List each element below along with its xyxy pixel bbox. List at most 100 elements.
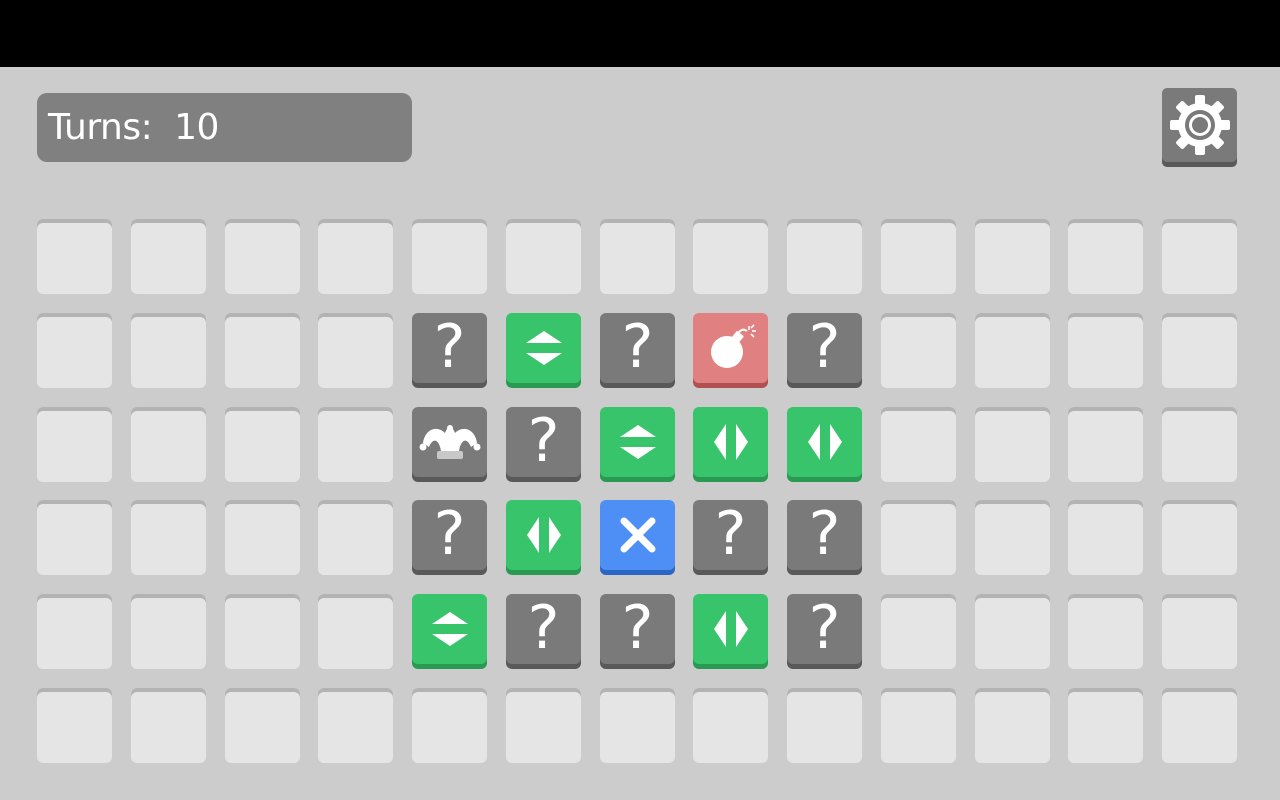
bomb-icon xyxy=(705,322,757,374)
empty-cell xyxy=(37,500,112,575)
empty-cell xyxy=(787,688,862,763)
gear-icon xyxy=(1168,93,1232,157)
vertical-arrows-icon xyxy=(428,607,472,651)
question-tile[interactable]: ? xyxy=(787,313,862,383)
empty-cell xyxy=(37,594,112,669)
empty-cell xyxy=(881,313,956,388)
question-mark: ? xyxy=(714,499,747,569)
empty-cell xyxy=(131,313,206,388)
empty-cell xyxy=(131,407,206,482)
question-tile[interactable]: ? xyxy=(693,500,768,570)
empty-cell xyxy=(1162,313,1237,388)
empty-cell xyxy=(975,313,1050,388)
empty-cell xyxy=(787,219,862,294)
empty-cell xyxy=(881,407,956,482)
question-tile[interactable]: ? xyxy=(412,313,487,383)
question-tile[interactable]: ? xyxy=(600,313,675,383)
horizontal-tile[interactable] xyxy=(787,407,862,477)
empty-cell xyxy=(225,500,300,575)
empty-cell xyxy=(225,407,300,482)
horizontal-tile[interactable] xyxy=(693,594,768,664)
empty-cell xyxy=(693,219,768,294)
question-mark: ? xyxy=(808,312,841,382)
question-mark: ? xyxy=(527,593,560,663)
horizontal-tile[interactable] xyxy=(693,407,768,477)
question-mark: ? xyxy=(808,499,841,569)
empty-cell xyxy=(318,688,393,763)
empty-cell xyxy=(131,219,206,294)
horizontal-arrows-icon xyxy=(803,420,847,464)
horizontal-arrows-icon xyxy=(709,607,753,651)
question-tile[interactable]: ? xyxy=(506,594,581,664)
empty-cell xyxy=(412,688,487,763)
question-tile[interactable]: ? xyxy=(600,594,675,664)
empty-cell xyxy=(318,407,393,482)
empty-cell xyxy=(975,594,1050,669)
empty-cell xyxy=(1162,219,1237,294)
empty-cell xyxy=(1068,500,1143,575)
vertical-tile[interactable] xyxy=(600,407,675,477)
question-mark: ? xyxy=(621,593,654,663)
empty-cell xyxy=(131,688,206,763)
empty-cell xyxy=(1068,594,1143,669)
empty-cell xyxy=(975,500,1050,575)
empty-cell xyxy=(131,594,206,669)
vertical-tile[interactable] xyxy=(506,313,581,383)
empty-cell xyxy=(37,313,112,388)
bomb-tile[interactable] xyxy=(693,313,768,383)
empty-cell xyxy=(506,688,581,763)
question-mark: ? xyxy=(808,593,841,663)
empty-cell xyxy=(1068,219,1143,294)
turns-counter: Turns: 10 xyxy=(37,93,412,162)
game-board: ?????????? xyxy=(37,219,1237,763)
horizontal-tile[interactable] xyxy=(506,500,581,570)
empty-cell xyxy=(1162,688,1237,763)
empty-cell xyxy=(225,313,300,388)
empty-cell xyxy=(600,688,675,763)
target-tile[interactable] xyxy=(600,500,675,570)
empty-cell xyxy=(1162,594,1237,669)
empty-cell xyxy=(506,219,581,294)
empty-cell xyxy=(318,500,393,575)
empty-cell xyxy=(881,500,956,575)
empty-cell xyxy=(600,219,675,294)
vertical-arrows-icon xyxy=(616,420,660,464)
empty-cell xyxy=(318,219,393,294)
empty-cell xyxy=(975,407,1050,482)
empty-cell xyxy=(131,500,206,575)
game-area: Turns: 10 ?????????? xyxy=(0,67,1280,800)
empty-cell xyxy=(975,688,1050,763)
empty-cell xyxy=(37,219,112,294)
empty-cell xyxy=(318,313,393,388)
empty-cell xyxy=(1162,500,1237,575)
question-tile[interactable]: ? xyxy=(506,407,581,477)
empty-cell xyxy=(881,594,956,669)
empty-cell xyxy=(881,688,956,763)
empty-cell xyxy=(1068,407,1143,482)
question-mark: ? xyxy=(433,499,466,569)
empty-cell xyxy=(881,219,956,294)
vertical-tile[interactable] xyxy=(412,594,487,664)
jester-hat-icon xyxy=(415,417,485,467)
vertical-arrows-icon xyxy=(522,326,566,370)
settings-button[interactable] xyxy=(1162,88,1237,162)
empty-cell xyxy=(318,594,393,669)
empty-cell xyxy=(412,219,487,294)
empty-cell xyxy=(1162,407,1237,482)
question-mark: ? xyxy=(527,406,560,476)
question-mark: ? xyxy=(433,312,466,382)
question-tile[interactable]: ? xyxy=(412,500,487,570)
empty-cell xyxy=(225,688,300,763)
empty-cell xyxy=(225,594,300,669)
empty-cell xyxy=(37,688,112,763)
question-mark: ? xyxy=(621,312,654,382)
empty-cell xyxy=(693,688,768,763)
jester-tile[interactable] xyxy=(412,407,487,477)
empty-cell xyxy=(1068,313,1143,388)
question-tile[interactable]: ? xyxy=(787,594,862,664)
question-tile[interactable]: ? xyxy=(787,500,862,570)
empty-cell xyxy=(225,219,300,294)
empty-cell xyxy=(1068,688,1143,763)
horizontal-arrows-icon xyxy=(709,420,753,464)
x-mark-icon xyxy=(616,513,660,557)
